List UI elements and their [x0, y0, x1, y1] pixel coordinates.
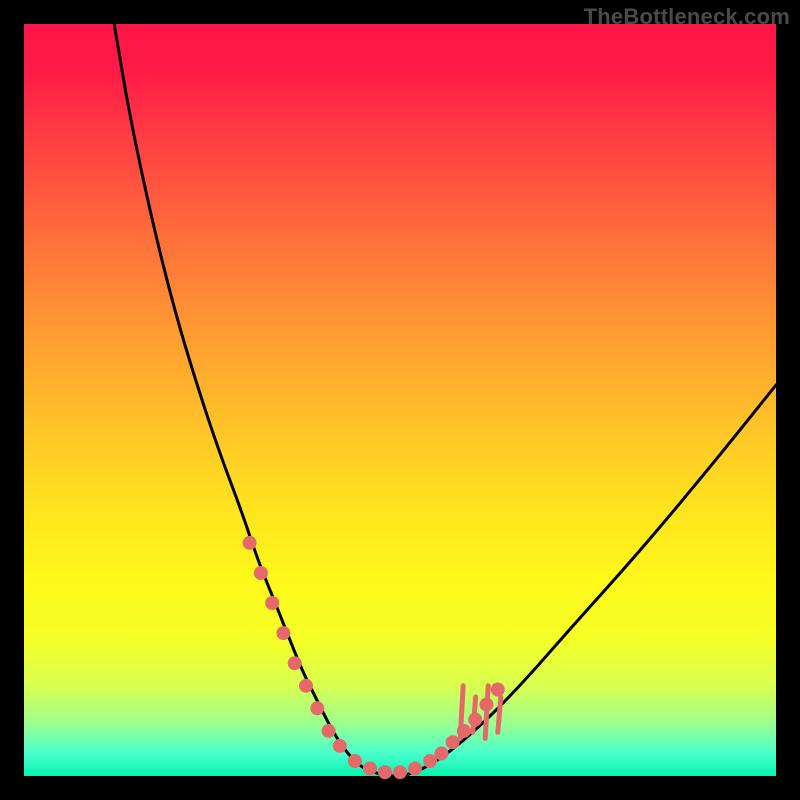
flame-spike — [498, 697, 501, 732]
marker-dot — [265, 596, 279, 610]
marker-dot — [322, 724, 336, 738]
marker-dot — [276, 626, 290, 640]
flame-spike — [485, 686, 488, 739]
marker-dot — [446, 735, 460, 749]
marker-group — [243, 536, 505, 779]
marker-dot — [491, 683, 505, 697]
watermark-text: TheBottleneck.com — [584, 4, 790, 30]
marker-dot — [393, 765, 407, 779]
marker-dot — [299, 679, 313, 693]
marker-dot — [378, 765, 392, 779]
marker-dot — [363, 762, 377, 776]
marker-dot — [243, 536, 257, 550]
chart-svg — [24, 24, 776, 776]
marker-dot — [254, 566, 268, 580]
marker-dot — [434, 746, 448, 760]
marker-dot — [310, 701, 324, 715]
flame-spike — [460, 686, 463, 739]
marker-dot — [288, 656, 302, 670]
outer-frame: TheBottleneck.com — [0, 0, 800, 800]
curve-path — [114, 24, 776, 776]
marker-dot — [333, 739, 347, 753]
marker-dot — [408, 762, 422, 776]
marker-dot — [348, 754, 362, 768]
flame-spike — [473, 697, 476, 732]
plot-area — [24, 24, 776, 776]
